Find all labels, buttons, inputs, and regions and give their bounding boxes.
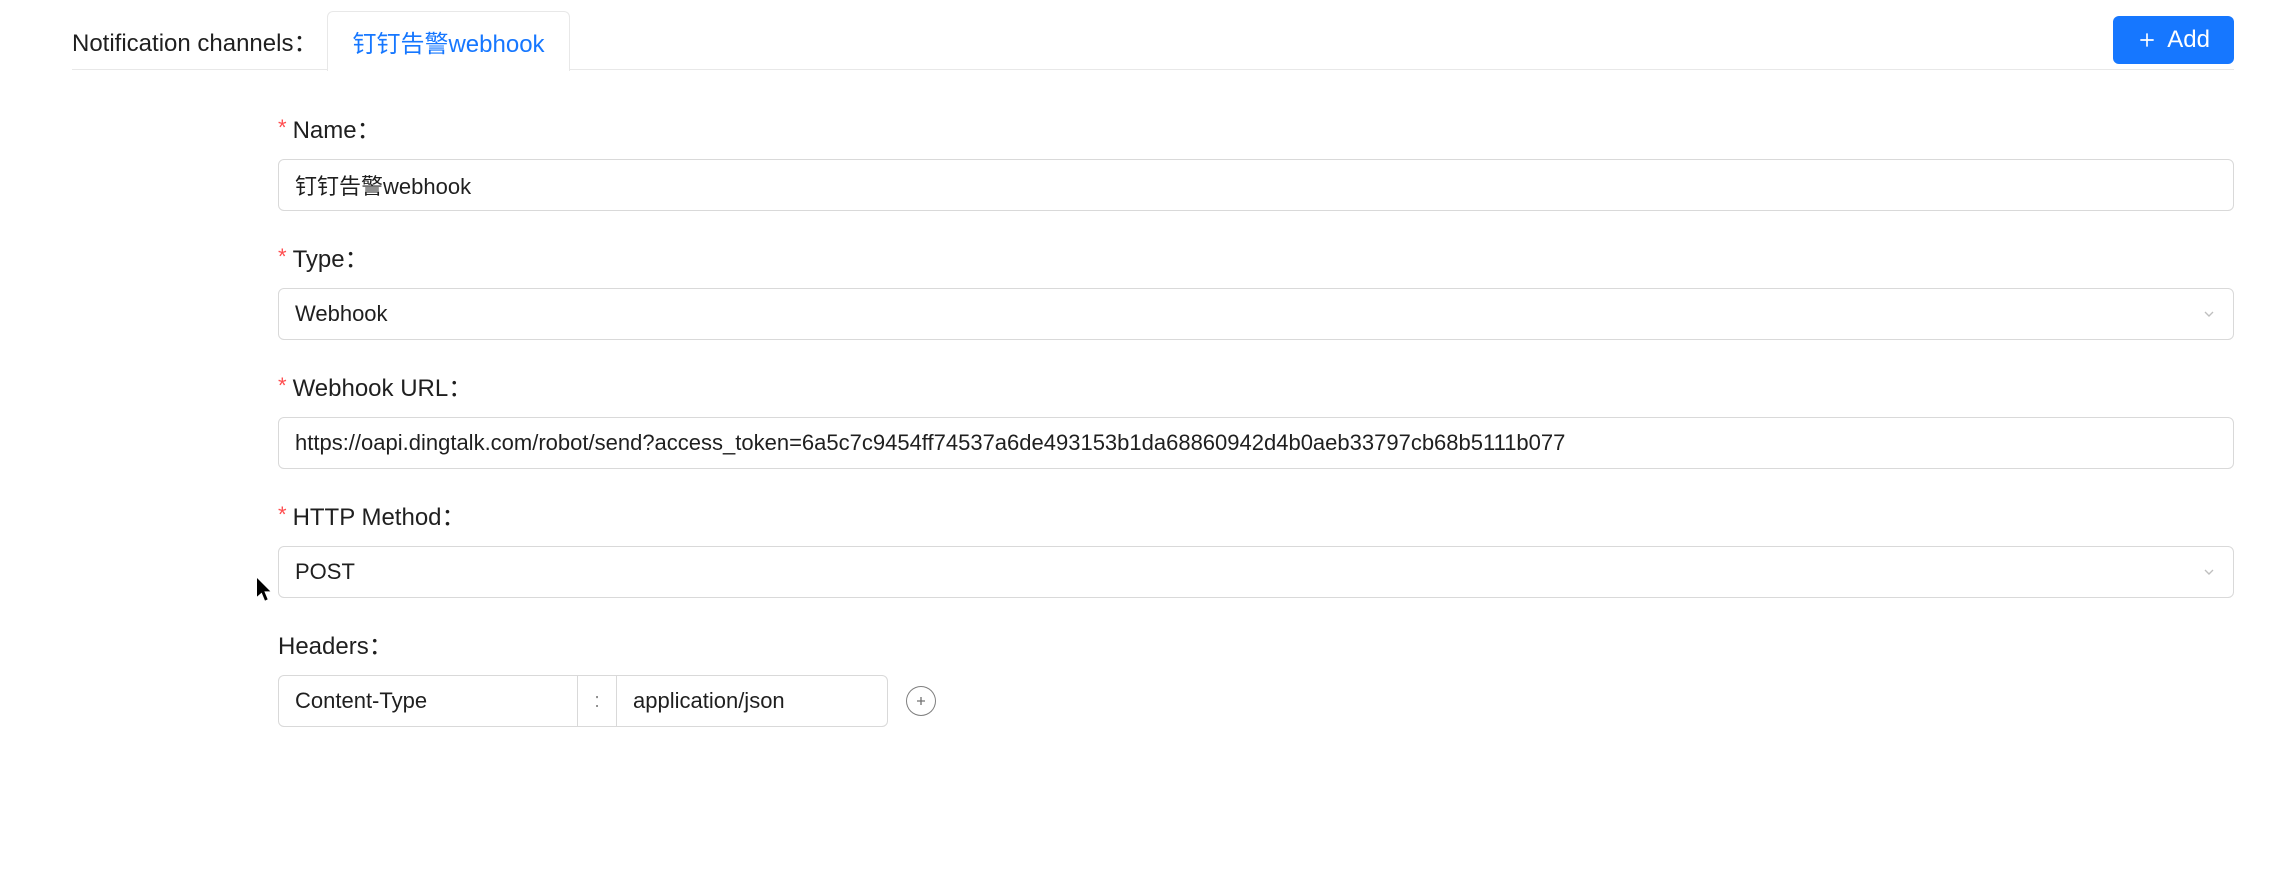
header-separator: : (578, 675, 616, 727)
add-button-label: Add (2167, 26, 2210, 54)
type-select-value: Webhook (295, 301, 388, 327)
http-method-select-value: POST (295, 559, 355, 585)
required-star: * (278, 244, 287, 270)
http-method-label: * HTTP Method： (278, 497, 2234, 532)
required-star: * (278, 373, 287, 399)
required-star: * (278, 502, 287, 528)
mouse-cursor (256, 578, 274, 607)
section-label: Notification channels： (72, 23, 317, 58)
headers-row: : (278, 675, 2234, 727)
header-key-input[interactable] (278, 675, 578, 727)
chevron-down-icon (2201, 564, 2217, 580)
http-method-select[interactable]: POST (278, 546, 2234, 598)
webhook-url-label: * Webhook URL： (278, 368, 2234, 403)
type-select[interactable]: Webhook (278, 288, 2234, 340)
add-header-button[interactable] (906, 686, 936, 716)
plus-icon (2137, 30, 2157, 50)
tab-channel-active[interactable]: 钉钉告警webhook (327, 11, 569, 71)
name-input[interactable] (278, 159, 2234, 211)
type-label: * Type： (278, 239, 2234, 274)
header-value-input[interactable] (616, 675, 888, 727)
add-channel-button[interactable]: Add (2113, 16, 2234, 64)
required-star: * (278, 115, 287, 141)
name-label: * Name： (278, 110, 2234, 145)
chevron-down-icon (2201, 306, 2217, 322)
headers-label: Headers： (278, 626, 2234, 661)
plus-circle-icon (913, 693, 929, 709)
webhook-url-input[interactable] (278, 417, 2234, 469)
channel-tabs: 钉钉告警webhook (327, 10, 569, 70)
